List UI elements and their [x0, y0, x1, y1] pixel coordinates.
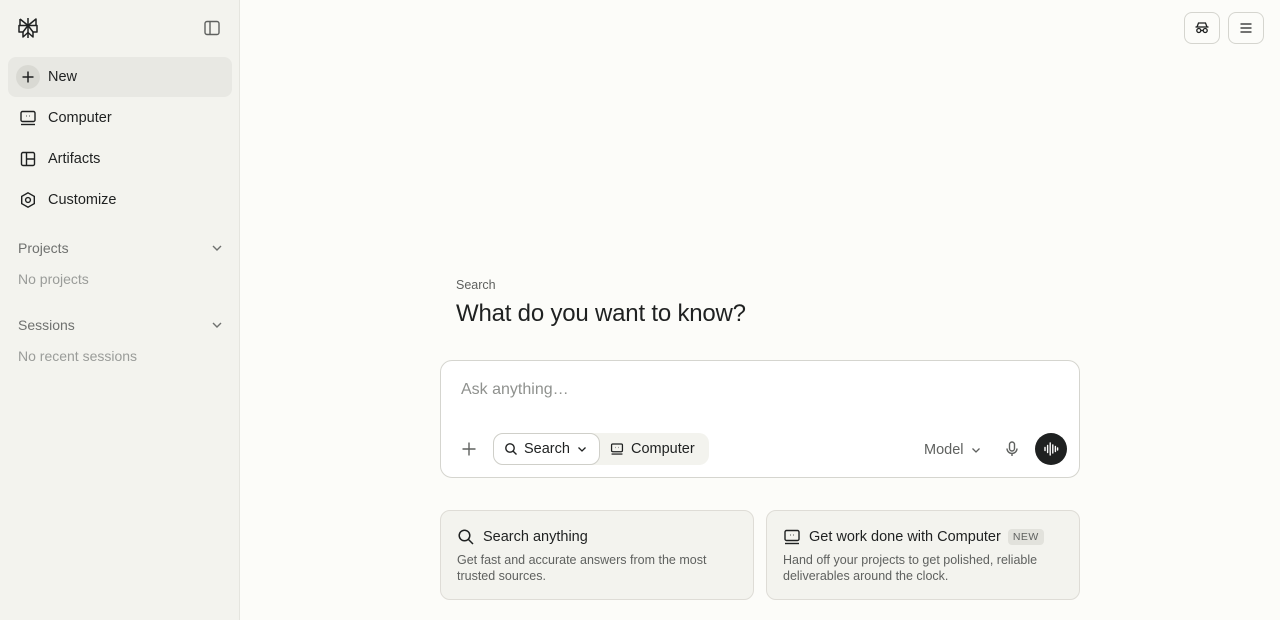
attach-plus-icon[interactable]	[459, 439, 479, 459]
sidebar-item-artifacts[interactable]: Artifacts	[8, 139, 232, 179]
sidebar: New Computer Artifacts Customize Project…	[0, 0, 240, 620]
sidebar-item-label: Computer	[48, 110, 112, 126]
card-title: Get work done with Computer	[809, 529, 1001, 545]
search-anything-card[interactable]: Search anything Get fast and accurate an…	[440, 510, 754, 600]
projects-empty-text: No projects	[18, 271, 89, 287]
computer-mode-button[interactable]: Computer	[610, 433, 709, 465]
chevron-down-icon	[576, 443, 588, 455]
voice-mode-button[interactable]	[1035, 433, 1067, 465]
ask-input[interactable]	[461, 379, 1051, 401]
card-title-row: Search anything	[457, 528, 588, 546]
page-title: What do you want to know?	[456, 300, 746, 327]
sidebar-item-new[interactable]: New	[8, 57, 232, 97]
sessions-title: Sessions	[18, 317, 75, 333]
sidebar-item-label: Customize	[48, 192, 117, 208]
microphone-icon[interactable]	[1003, 440, 1021, 458]
search-mode-label: Search	[524, 441, 570, 457]
card-description: Get fast and accurate answers from the m…	[457, 553, 707, 583]
card-description: Hand off your projects to get polished, …	[783, 553, 1038, 583]
model-selector[interactable]: Model	[924, 439, 982, 461]
sidebar-item-computer[interactable]: Computer	[8, 98, 232, 138]
search-icon	[457, 528, 475, 546]
computer-icon	[610, 442, 624, 456]
waveform-icon	[1043, 441, 1059, 457]
computer-icon	[783, 528, 801, 546]
projects-section-header[interactable]: Projects	[18, 238, 224, 258]
mode-label: Search	[456, 278, 496, 292]
chevron-down-icon	[210, 241, 224, 255]
incognito-button[interactable]	[1184, 12, 1220, 44]
card-title: Search anything	[483, 529, 588, 545]
sidebar-nav: New Computer Artifacts Customize	[8, 57, 232, 221]
new-badge: NEW	[1007, 529, 1044, 545]
computer-card[interactable]: Get work done with Computer NEW Hand off…	[766, 510, 1080, 600]
card-title-row: Get work done with Computer NEW	[783, 528, 1044, 546]
sessions-empty-text: No recent sessions	[18, 348, 138, 364]
projects-title: Projects	[18, 240, 69, 256]
mode-toggle: Search Computer	[493, 433, 709, 465]
composer: Search Computer Model	[440, 360, 1080, 478]
chevron-down-icon	[210, 318, 224, 332]
artifacts-icon	[18, 149, 38, 169]
hexagon-icon	[18, 190, 38, 210]
perplexity-logo-icon[interactable]	[16, 16, 40, 40]
search-mode-button[interactable]: Search	[493, 433, 600, 465]
menu-button[interactable]	[1228, 12, 1264, 44]
model-label: Model	[924, 442, 964, 458]
search-icon	[504, 442, 518, 456]
sidebar-item-customize[interactable]: Customize	[8, 180, 232, 220]
sidebar-toggle-icon[interactable]	[202, 18, 222, 38]
chevron-down-icon	[970, 444, 982, 456]
sidebar-item-label: New	[48, 69, 78, 85]
incognito-icon	[1194, 20, 1210, 36]
plus-icon	[16, 65, 40, 89]
sidebar-item-label: Artifacts	[48, 151, 101, 167]
computer-mode-label: Computer	[631, 441, 695, 457]
menu-icon	[1238, 20, 1254, 36]
sessions-section-header[interactable]: Sessions	[18, 315, 224, 335]
computer-icon	[18, 108, 38, 128]
